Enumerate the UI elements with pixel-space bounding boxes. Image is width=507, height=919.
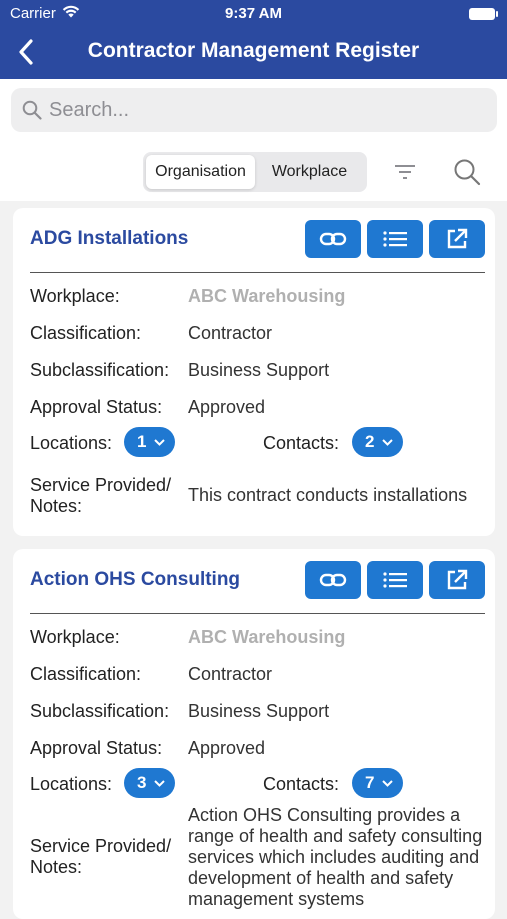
contacts-count: 2 (365, 432, 375, 451)
classification-value: Contractor (188, 664, 273, 684)
contacts-label: Contacts: (263, 433, 340, 453)
external-link-icon (447, 228, 468, 249)
segment-organisation[interactable]: Organisation (146, 155, 255, 189)
search-icon (21, 99, 43, 121)
approval-status-label: Approval Status: (30, 738, 163, 758)
chevron-down-icon (154, 438, 166, 446)
search-icon (454, 159, 481, 186)
locations-label: Locations: (30, 433, 113, 453)
open-external-button[interactable] (429, 220, 485, 258)
chevron-down-icon (382, 779, 394, 787)
chevron-down-icon (154, 779, 166, 787)
notes-label: Service Provided/ Notes: (30, 475, 172, 516)
contacts-label: Contacts: (263, 774, 340, 794)
contractor-card: Action OHS Consulting Workplace: ABC War… (13, 549, 495, 919)
list-icon (383, 231, 407, 247)
filter-button[interactable] (390, 157, 420, 187)
header-area: Organisation Workplace (0, 79, 507, 201)
open-external-button[interactable] (429, 561, 485, 599)
search-input[interactable] (49, 98, 449, 122)
contractor-card: ADG Installations Workplace: ABC Warehou… (13, 208, 495, 536)
locations-label: Locations: (30, 774, 113, 794)
notes-label: Service Provided/ Notes: (30, 836, 172, 877)
status-time: 9:37 AM (225, 5, 282, 22)
list-icon (383, 572, 407, 588)
subclassification-label: Subclassification: (30, 360, 170, 380)
subclassification-value: Business Support (188, 701, 330, 721)
subclassification-value: Business Support (188, 360, 330, 380)
notes-value: Action OHS Consulting provides a range o… (188, 805, 483, 909)
classification-label: Classification: (30, 323, 142, 343)
segmented-control: Organisation Workplace (143, 152, 367, 192)
approval-status-value: Approved (188, 397, 266, 417)
locations-count: 1 (137, 432, 147, 451)
page-title: Contractor Management Register (87, 39, 420, 62)
contacts-dropdown[interactable]: 2 (352, 427, 404, 457)
status-bar: Carrier 9:37 AM (0, 0, 507, 28)
workplace-value: ABC Warehousing (188, 286, 346, 306)
classification-label: Classification: (30, 664, 142, 684)
card-actions (305, 220, 485, 258)
classification-value: Contractor (188, 323, 273, 343)
card-divider (30, 272, 485, 273)
contacts-count: 7 (365, 773, 375, 792)
link-button[interactable] (305, 220, 361, 258)
list-button[interactable] (367, 220, 423, 258)
subclassification-label: Subclassification: (30, 701, 170, 721)
approval-status-label: Approval Status: (30, 397, 163, 417)
contractor-name[interactable]: Action OHS Consulting (30, 569, 240, 591)
chevron-down-icon (382, 438, 394, 446)
segment-workplace[interactable]: Workplace (255, 155, 364, 189)
contacts-dropdown[interactable]: 7 (352, 768, 404, 798)
card-actions (305, 561, 485, 599)
list-button[interactable] (367, 561, 423, 599)
link-icon (319, 573, 347, 587)
link-button[interactable] (305, 561, 361, 599)
link-icon (319, 232, 347, 246)
battery-icon (469, 8, 498, 20)
workplace-label: Workplace: (30, 627, 120, 647)
search-bar[interactable] (11, 88, 497, 132)
search-toggle-button[interactable] (450, 155, 484, 189)
notes-value: This contract conducts installations (188, 485, 468, 505)
workplace-value: ABC Warehousing (188, 627, 346, 647)
locations-dropdown[interactable]: 3 (124, 768, 176, 798)
filter-icon (395, 165, 415, 179)
locations-count: 3 (137, 773, 147, 792)
locations-dropdown[interactable]: 1 (124, 427, 176, 457)
nav-bar: Contractor Management Register (0, 28, 507, 79)
approval-status-value: Approved (188, 738, 266, 758)
external-link-icon (447, 569, 468, 590)
card-divider (30, 613, 485, 614)
contractor-name[interactable]: ADG Installations (30, 228, 188, 250)
workplace-label: Workplace: (30, 286, 120, 306)
